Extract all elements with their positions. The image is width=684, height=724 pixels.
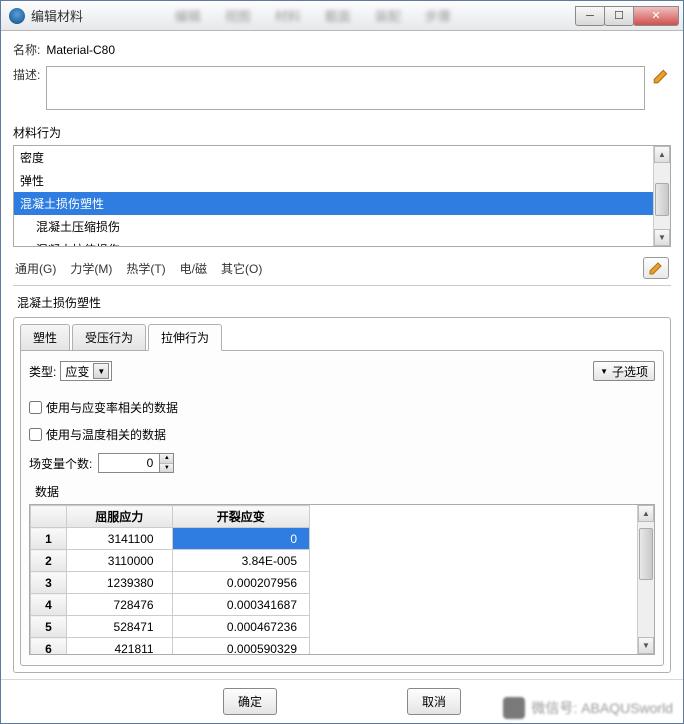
edit-description-button[interactable] — [651, 66, 671, 86]
table-cell[interactable]: 3110000 — [66, 550, 172, 572]
table-cell[interactable]: 0.000207956 — [172, 572, 309, 594]
table-row[interactable]: 231100003.84E-005 — [31, 550, 310, 572]
table-cell[interactable]: 6 — [31, 638, 67, 656]
spin-down-button[interactable]: ▼ — [160, 464, 173, 473]
scroll-up-button[interactable]: ▲ — [654, 146, 670, 163]
table-cell[interactable]: 1 — [31, 528, 67, 550]
table-cell[interactable]: 0.000341687 — [172, 594, 309, 616]
sub-options-button[interactable]: ▼ 子选项 — [593, 361, 655, 381]
behaviors-listbox: 密度弹性混凝土损伤塑性混凝土压缩损伤混凝土拉伸损伤 ▲ ▼ — [13, 145, 671, 247]
scroll-down-button[interactable]: ▼ — [638, 637, 654, 654]
scroll-down-button[interactable]: ▼ — [654, 229, 670, 246]
name-value: Material-C80 — [46, 43, 115, 57]
table-row[interactable]: 131411000 — [31, 528, 310, 550]
data-table[interactable]: 屈服应力开裂应变 131411000231100003.84E-00531239… — [30, 505, 310, 655]
behavior-item[interactable]: 混凝土拉伸损伤 — [14, 238, 653, 246]
behaviors-scrollbar[interactable]: ▲ ▼ — [653, 146, 670, 246]
table-cell[interactable]: 3.84E-005 — [172, 550, 309, 572]
menu-general[interactable]: 通用(G) — [15, 260, 56, 277]
watermark: 微信号: ABAQUSworld — [503, 697, 673, 719]
temp-checkbox-input[interactable] — [29, 428, 42, 441]
menu-other[interactable]: 其它(O) — [221, 260, 262, 277]
data-label: 数据 — [35, 483, 655, 500]
table-row[interactable]: 64218110.000590329 — [31, 638, 310, 656]
chevron-down-icon: ▼ — [93, 363, 109, 379]
behavior-item[interactable]: 混凝土压缩损伤 — [14, 215, 653, 238]
edit-behavior-button[interactable] — [643, 257, 669, 279]
dialog-footer: 确定 取消 微信号: ABAQUSworld — [1, 679, 683, 723]
table-cell[interactable]: 4 — [31, 594, 67, 616]
behaviors-label: 材料行为 — [13, 124, 671, 141]
cancel-button[interactable]: 取消 — [407, 688, 461, 715]
app-icon — [9, 8, 25, 24]
spin-up-button[interactable]: ▲ — [160, 454, 173, 464]
data-table-wrap: 屈服应力开裂应变 131411000231100003.84E-00531239… — [29, 504, 655, 655]
menu-electromagnetic[interactable]: 电/磁 — [180, 260, 207, 277]
name-label: 名称: — [13, 41, 40, 58]
table-cell[interactable]: 421811 — [66, 638, 172, 656]
type-label: 类型: — [29, 363, 56, 380]
scroll-up-button[interactable]: ▲ — [638, 505, 654, 522]
table-cell[interactable]: 0.000467236 — [172, 616, 309, 638]
menu-mechanical[interactable]: 力学(M) — [70, 260, 112, 277]
fieldvar-label: 场变量个数: — [29, 455, 92, 472]
desc-label: 描述: — [13, 66, 40, 83]
dialog-window: 编辑材料 编辑视图 材料截面 装配步骤 ─ ☐ ✕ 名称: Material-C… — [0, 0, 684, 724]
titlebar[interactable]: 编辑材料 编辑视图 材料截面 装配步骤 ─ ☐ ✕ — [1, 1, 683, 31]
table-cell[interactable]: 1239380 — [66, 572, 172, 594]
temp-dependent-checkbox[interactable]: 使用与温度相关的数据 — [29, 426, 655, 443]
table-row[interactable]: 312393800.000207956 — [31, 572, 310, 594]
fieldvar-spinbox[interactable]: ▲ ▼ — [98, 453, 174, 473]
behavior-item[interactable]: 密度 — [14, 146, 653, 169]
minimize-button[interactable]: ─ — [575, 6, 605, 26]
description-input[interactable] — [46, 66, 645, 110]
wechat-icon — [503, 697, 525, 719]
table-cell[interactable]: 528471 — [66, 616, 172, 638]
tab[interactable]: 受压行为 — [72, 324, 146, 351]
table-row[interactable]: 55284710.000467236 — [31, 616, 310, 638]
type-combobox[interactable]: 应变 ▼ — [60, 361, 112, 381]
table-header[interactable]: 开裂应变 — [172, 506, 309, 528]
ok-button[interactable]: 确定 — [223, 688, 277, 715]
tab[interactable]: 拉伸行为 — [148, 324, 222, 351]
tabs: 塑性受压行为拉伸行为 — [20, 324, 664, 351]
tab[interactable]: 塑性 — [20, 324, 70, 351]
table-cell[interactable]: 3141100 — [66, 528, 172, 550]
close-button[interactable]: ✕ — [633, 6, 679, 26]
pencil-icon — [648, 260, 664, 276]
pencil-icon — [652, 67, 670, 85]
fieldvar-input[interactable] — [99, 454, 159, 472]
table-header[interactable] — [31, 506, 67, 528]
blurred-background-menu: 编辑视图 材料截面 装配步骤 — [165, 1, 576, 30]
maximize-button[interactable]: ☐ — [604, 6, 634, 26]
category-menubar: 通用(G) 力学(M) 热学(T) 电/磁 其它(O) — [13, 253, 671, 283]
behavior-item[interactable]: 弹性 — [14, 169, 653, 192]
table-cell[interactable]: 2 — [31, 550, 67, 572]
table-header[interactable]: 屈服应力 — [66, 506, 172, 528]
table-scrollbar[interactable]: ▲ ▼ — [637, 505, 654, 654]
window-title: 编辑材料 — [31, 6, 165, 25]
table-cell[interactable]: 728476 — [66, 594, 172, 616]
panel-title: 混凝土损伤塑性 — [17, 294, 671, 311]
rate-dependent-checkbox[interactable]: 使用与应变率相关的数据 — [29, 399, 655, 416]
table-cell[interactable]: 0 — [172, 528, 309, 550]
rate-checkbox-input[interactable] — [29, 401, 42, 414]
table-cell[interactable]: 3 — [31, 572, 67, 594]
table-row[interactable]: 47284760.000341687 — [31, 594, 310, 616]
type-value: 应变 — [65, 363, 89, 380]
table-cell[interactable]: 5 — [31, 616, 67, 638]
table-cell[interactable]: 0.000590329 — [172, 638, 309, 656]
behavior-item[interactable]: 混凝土损伤塑性 — [14, 192, 653, 215]
menu-thermal[interactable]: 热学(T) — [126, 260, 165, 277]
